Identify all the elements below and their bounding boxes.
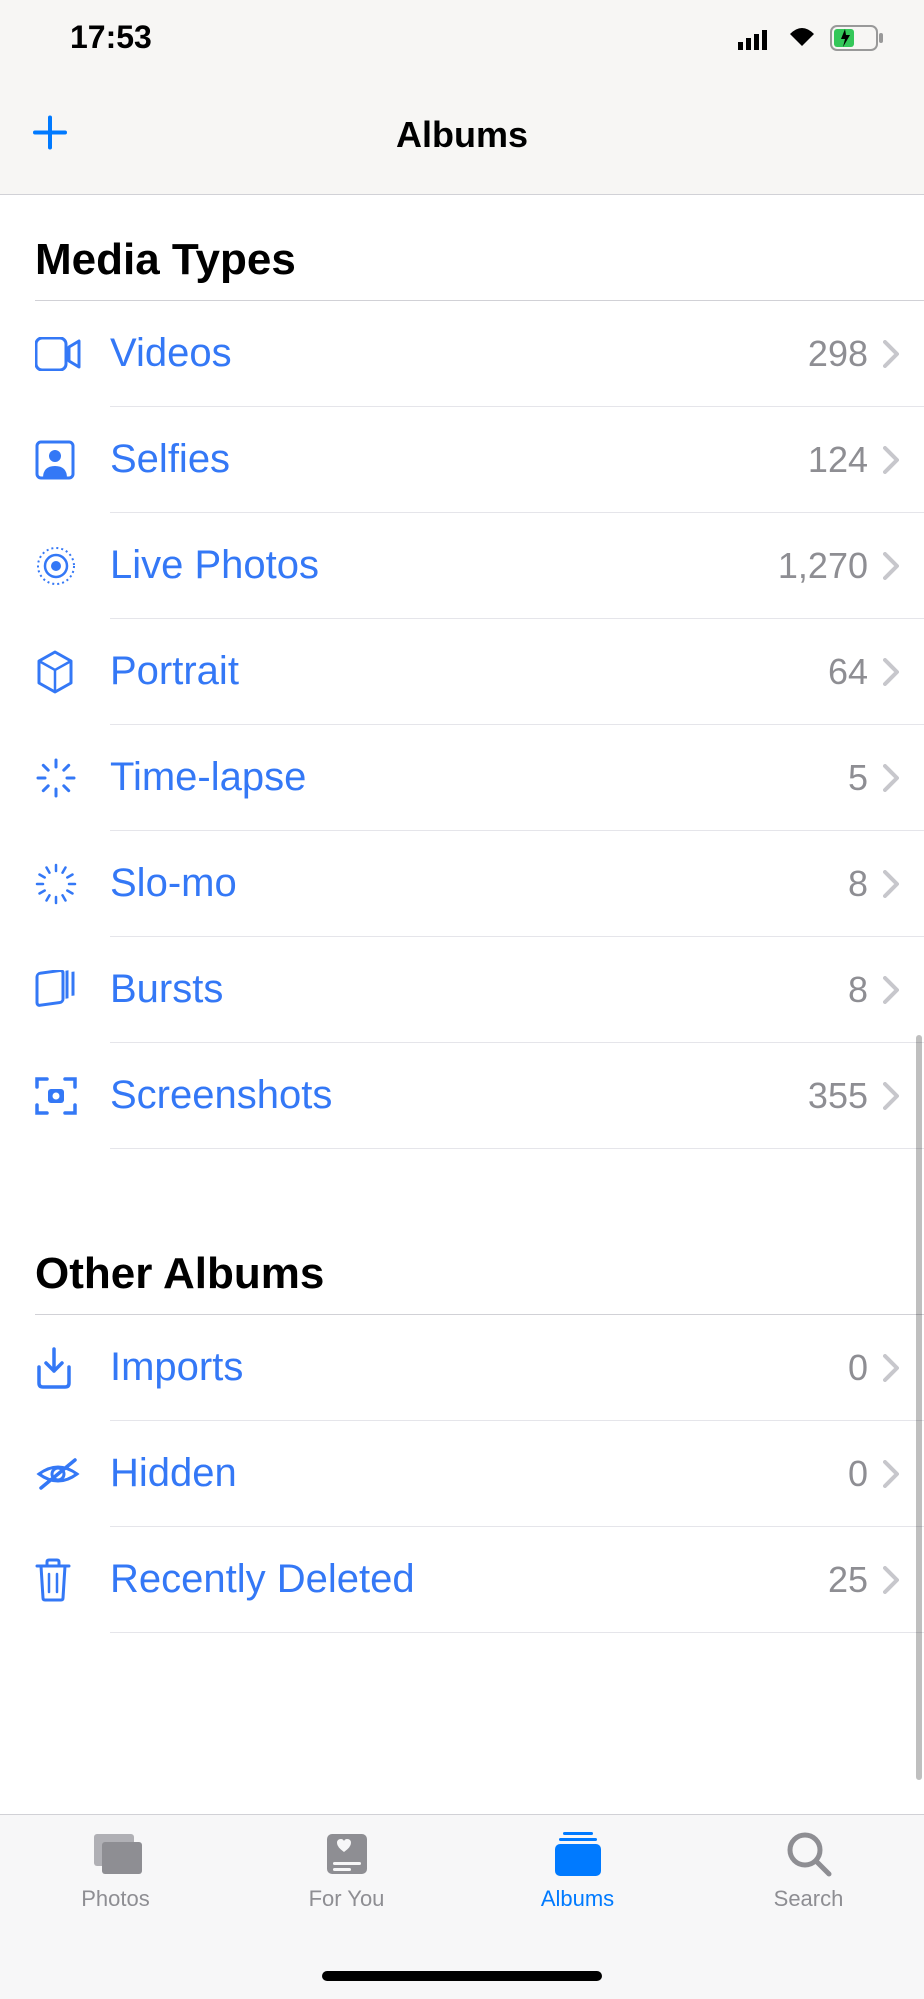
- list-count: 0: [848, 1453, 868, 1495]
- list-label: Screenshots: [110, 1073, 808, 1118]
- list-label: Selfies: [110, 437, 808, 482]
- list-item-screenshots[interactable]: Screenshots 355: [0, 1043, 924, 1148]
- portrait-icon: [35, 650, 75, 694]
- for-you-tab-icon: [323, 1830, 371, 1878]
- list-item-live-photos[interactable]: Live Photos 1,270: [0, 513, 924, 618]
- list-item-recently-deleted[interactable]: Recently Deleted 25: [0, 1527, 924, 1632]
- live-photos-icon: [35, 545, 77, 587]
- list-count: 355: [808, 1075, 868, 1117]
- chevron-right-icon: [883, 1566, 899, 1594]
- selfie-icon: [35, 440, 75, 480]
- search-tab-icon: [785, 1830, 833, 1878]
- wifi-icon: [786, 26, 818, 50]
- trash-icon: [35, 1558, 71, 1602]
- list-label: Live Photos: [110, 543, 778, 588]
- time-lapse-icon: [35, 757, 77, 799]
- chevron-right-icon: [883, 1460, 899, 1488]
- tab-label: Albums: [541, 1886, 614, 1912]
- plus-icon: [30, 112, 70, 152]
- list-label: Portrait: [110, 649, 828, 694]
- tab-label: Photos: [81, 1886, 150, 1912]
- list-label: Slo-mo: [110, 861, 848, 906]
- list-label: Time-lapse: [110, 755, 848, 800]
- scroll-indicator[interactable]: [916, 1035, 922, 1780]
- chevron-right-icon: [883, 1082, 899, 1110]
- list-item-imports[interactable]: Imports 0: [0, 1315, 924, 1420]
- chevron-right-icon: [883, 552, 899, 580]
- list-count: 5: [848, 757, 868, 799]
- list-count: 8: [848, 863, 868, 905]
- chevron-right-icon: [883, 764, 899, 792]
- list-label: Recently Deleted: [110, 1557, 828, 1602]
- list-count: 8: [848, 969, 868, 1011]
- status-icons: [738, 25, 884, 51]
- list-item-hidden[interactable]: Hidden 0: [0, 1421, 924, 1526]
- cellular-icon: [738, 26, 774, 50]
- hidden-icon: [35, 1456, 81, 1492]
- list-label: Imports: [110, 1345, 848, 1390]
- chevron-right-icon: [883, 870, 899, 898]
- content: Media Types Videos 298 Selfies 124 Live …: [0, 195, 924, 1633]
- status-time: 17:53: [70, 19, 152, 56]
- status-bar: 17:53: [0, 0, 924, 75]
- battery-icon: [830, 25, 884, 51]
- chevron-right-icon: [883, 1354, 899, 1382]
- list-item-portrait[interactable]: Portrait 64: [0, 619, 924, 724]
- chevron-right-icon: [883, 340, 899, 368]
- list-label: Bursts: [110, 967, 848, 1012]
- nav-title: Albums: [396, 114, 528, 156]
- list-item-bursts[interactable]: Bursts 8: [0, 937, 924, 1042]
- list-count: 124: [808, 439, 868, 481]
- video-icon: [35, 337, 81, 371]
- section-header-other-albums: Other Albums: [0, 1219, 924, 1314]
- list-label: Hidden: [110, 1451, 848, 1496]
- chevron-right-icon: [883, 976, 899, 1004]
- list-count: 0: [848, 1347, 868, 1389]
- bursts-icon: [35, 970, 79, 1010]
- slo-mo-icon: [35, 863, 77, 905]
- list-count: 298: [808, 333, 868, 375]
- list-item-selfies[interactable]: Selfies 124: [0, 407, 924, 512]
- section-header-media-types: Media Types: [0, 205, 924, 300]
- chevron-right-icon: [883, 658, 899, 686]
- list-count: 25: [828, 1559, 868, 1601]
- tab-label: Search: [774, 1886, 844, 1912]
- list-count: 1,270: [778, 545, 868, 587]
- nav-bar: Albums: [0, 75, 924, 195]
- photos-tab-icon: [88, 1830, 144, 1878]
- albums-tab-icon: [551, 1830, 605, 1878]
- screenshots-icon: [35, 1075, 77, 1117]
- tab-search[interactable]: Search: [693, 1830, 924, 1999]
- list-item-time-lapse[interactable]: Time-lapse 5: [0, 725, 924, 830]
- imports-icon: [35, 1347, 73, 1389]
- list-count: 64: [828, 651, 868, 693]
- tab-label: For You: [309, 1886, 385, 1912]
- chevron-right-icon: [883, 446, 899, 474]
- list-item-slo-mo[interactable]: Slo-mo 8: [0, 831, 924, 936]
- tab-photos[interactable]: Photos: [0, 1830, 231, 1999]
- list-label: Videos: [110, 331, 808, 376]
- list-item-videos[interactable]: Videos 298: [0, 301, 924, 406]
- add-button[interactable]: [30, 112, 70, 157]
- home-indicator[interactable]: [322, 1971, 602, 1981]
